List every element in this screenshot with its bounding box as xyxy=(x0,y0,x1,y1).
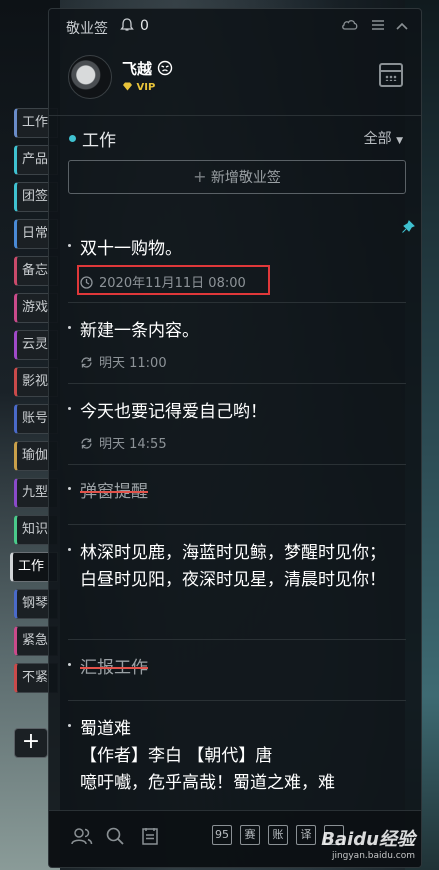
repeat-icon xyxy=(81,438,92,449)
menu-icon[interactable] xyxy=(371,17,385,35)
note-title: 林深时见鹿，海蓝时见鲸，梦醒时见你；白昼时见阳，夜深时见星，清晨时见你！ xyxy=(80,543,386,590)
vip-badge: VIP xyxy=(122,82,155,93)
note-item[interactable]: 汇报工作 xyxy=(68,655,406,685)
watermark-logo: Baidu经验 xyxy=(321,829,415,850)
add-note-button[interactable]: + 新增敬业签 xyxy=(68,160,406,194)
toolbar-box-button[interactable]: 赛 xyxy=(240,825,260,845)
note-item[interactable]: 新建一条内容。 明天 11:00 xyxy=(68,318,406,378)
add-note-label: 新增敬业签 xyxy=(210,170,281,186)
note-title-done: 弹窗提醒 xyxy=(80,482,148,502)
avatar[interactable] xyxy=(68,55,112,99)
note-title: 蜀道难 xyxy=(80,719,131,739)
notification-count: 0 xyxy=(140,18,149,34)
divider xyxy=(68,464,406,465)
toolbar-box-button[interactable]: 译 xyxy=(296,825,316,845)
divider xyxy=(68,639,406,640)
category-dot xyxy=(69,135,76,142)
filter-label: 全部 xyxy=(363,131,392,147)
note-title: 新建一条内容。 xyxy=(80,321,199,341)
collapse-chevron-icon[interactable] xyxy=(395,17,409,35)
username: 飞越 xyxy=(122,58,173,79)
note-time-text: 明天 14:55 xyxy=(99,437,167,452)
cloud-sync-icon[interactable] xyxy=(341,17,359,35)
app-title: 敬业签 xyxy=(66,21,108,37)
emoji-angry-icon xyxy=(158,60,173,76)
clock-icon xyxy=(80,276,93,289)
filter-dropdown[interactable]: 全部 ▼ xyxy=(364,128,403,148)
chevron-down-icon: ▼ xyxy=(396,136,403,146)
watermark-url: jingyan.baidu.com xyxy=(331,851,415,861)
note-item[interactable]: 今天也要记得爱自己哟！ 明天 14:55 xyxy=(68,399,406,459)
note-item[interactable]: 林深时见鹿，海蓝时见鲸，梦醒时见你；白昼时见阳，夜深时见星，清晨时见你！ xyxy=(68,540,406,624)
title-bar: 敬业签 0 xyxy=(49,9,421,45)
note-time: 明天 11:00 xyxy=(80,352,167,371)
note-time: 明天 14:55 xyxy=(80,433,167,452)
note-item[interactable]: 蜀道难 【作者】李白 【朝代】唐 噫吁嚱，危乎高哉！蜀道之难，难 xyxy=(68,716,406,816)
note-time-text: 2020年11月11日 08:00 xyxy=(99,276,246,291)
divider xyxy=(49,115,421,116)
bell-icon[interactable] xyxy=(120,18,134,36)
bullet xyxy=(68,407,71,410)
note-time: 2020年11月11日 08:00 xyxy=(80,272,246,291)
user-profile: 飞越 VIP xyxy=(49,49,421,115)
note-title: 今天也要记得爱自己哟！ xyxy=(80,402,267,422)
divider xyxy=(68,302,406,303)
notes-list-icon[interactable] xyxy=(141,827,159,850)
bullet xyxy=(68,487,71,490)
divider xyxy=(68,524,406,525)
divider xyxy=(68,700,406,701)
note-time-text: 明天 11:00 xyxy=(99,356,167,371)
note-item[interactable]: 弹窗提醒 xyxy=(68,479,406,509)
category-title: 工作 xyxy=(82,131,116,151)
note-title-done: 汇报工作 xyxy=(80,658,148,678)
bullet xyxy=(68,548,71,551)
bullet xyxy=(68,244,71,247)
watermark: Baidu经验 jingyan.baidu.com xyxy=(321,825,415,861)
toolbar-box-button[interactable]: 95 xyxy=(212,825,232,845)
username-text: 飞越 xyxy=(122,60,153,78)
note-title: 双十一购物。 xyxy=(80,239,182,259)
plus-icon: + xyxy=(193,167,207,186)
contacts-icon[interactable] xyxy=(71,827,93,850)
bullet xyxy=(68,724,71,727)
bullet xyxy=(68,326,71,329)
diamond-icon xyxy=(123,82,132,91)
calendar-icon[interactable] xyxy=(379,63,403,87)
toolbar-box-button[interactable]: 账 xyxy=(268,825,288,845)
add-category-button[interactable]: + xyxy=(14,728,48,758)
notes-panel: 敬业签 0 飞越 VIP 工作 全部 ▼ + 新增敬业签 双十一购物。 2020… xyxy=(48,8,422,868)
bullet xyxy=(68,663,71,666)
note-item[interactable]: 双十一购物。 2020年11月11日 08:00 xyxy=(68,236,406,302)
search-icon[interactable] xyxy=(106,827,124,850)
note-body-line: 【作者】李白 【朝代】唐 xyxy=(80,746,273,766)
note-body-line: 噫吁嚱，危乎高哉！蜀道之难，难 xyxy=(80,773,335,793)
vip-label: VIP xyxy=(136,82,156,93)
divider xyxy=(68,383,406,384)
repeat-icon xyxy=(81,357,92,368)
